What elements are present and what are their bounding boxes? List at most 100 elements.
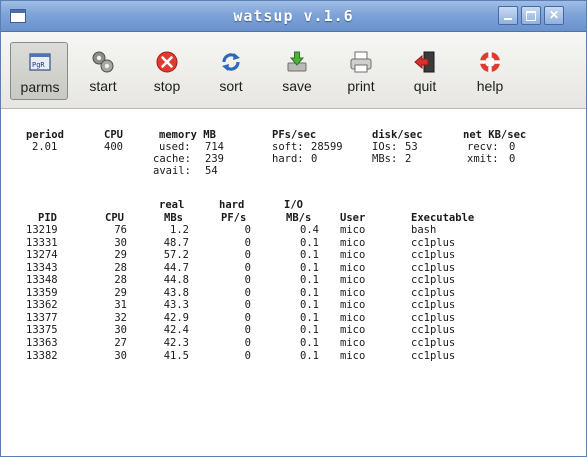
save-button[interactable]: save: [268, 42, 326, 100]
col-mbs-header[interactable]: MBs: [164, 212, 183, 224]
memory-heading: memory MB: [159, 129, 216, 141]
table-row[interactable]: 13331 30 48.7 0 0.1 mico cc1plus: [1, 237, 586, 249]
cell-exe: cc1plus: [411, 349, 456, 362]
cell-user: mico: [340, 299, 366, 312]
cell-pid: 13331: [26, 236, 58, 249]
cell-cpu: 29: [114, 286, 127, 299]
close-button[interactable]: ✕: [544, 6, 564, 25]
memory-cache-value: 239: [205, 153, 224, 165]
pfs-hard-value: 0: [311, 153, 318, 165]
start-label: start: [89, 78, 117, 94]
col-hard-heading-top: hard: [219, 199, 245, 211]
cpu-heading: CPU: [104, 129, 123, 141]
memory-cache-label: cache:: [153, 153, 191, 165]
pfs-soft-value: 28599: [311, 141, 343, 153]
cell-pid: 13359: [26, 286, 58, 299]
disk-heading: disk/sec: [372, 129, 423, 141]
cell-user: mico: [340, 311, 366, 324]
cell-cpu: 30: [114, 236, 127, 249]
disk-mbs-label: MBs:: [372, 153, 398, 165]
cell-pid: 13219: [26, 224, 58, 236]
col-cpu-header[interactable]: CPU: [105, 212, 124, 224]
cell-mbs: 44.7: [163, 261, 189, 274]
cell-io: 0.1: [300, 286, 319, 299]
sort-button[interactable]: sort: [202, 42, 260, 100]
table-row[interactable]: 13348 28 44.8 0 0.1 mico cc1plus: [1, 274, 586, 286]
cell-mbs: 42.4: [163, 324, 189, 337]
help-label: help: [476, 78, 504, 94]
cell-exe: cc1plus: [411, 249, 456, 262]
cell-io: 0.1: [300, 261, 319, 274]
title-bar[interactable]: watsup v.1.6 ✕: [1, 1, 586, 32]
cell-mbs: 44.8: [163, 274, 189, 287]
cell-cpu: 30: [114, 349, 127, 362]
col-real-heading-top: real: [159, 199, 185, 211]
table-row[interactable]: 13375 30 42.4 0 0.1 mico cc1plus: [1, 324, 586, 336]
cell-pfs: 0: [244, 299, 251, 312]
maximize-button[interactable]: [521, 6, 541, 25]
table-row[interactable]: 13274 29 57.2 0 0.1 mico cc1plus: [1, 249, 586, 261]
start-button[interactable]: start: [74, 42, 132, 100]
net-xmit-label: xmit:: [467, 153, 499, 165]
cell-exe: cc1plus: [411, 336, 456, 349]
cell-exe: cc1plus: [411, 286, 456, 299]
svg-text:PgR: PgR: [32, 61, 45, 69]
cell-exe: cc1plus: [411, 236, 456, 249]
help-icon: [480, 52, 500, 72]
parms-button[interactable]: PgR parms: [10, 42, 68, 100]
help-button[interactable]: help: [461, 42, 519, 100]
col-pfs-header[interactable]: PF/s: [221, 212, 246, 224]
cell-exe: cc1plus: [411, 311, 456, 324]
stop-button[interactable]: stop: [138, 42, 196, 100]
cell-pid: 13375: [26, 324, 58, 337]
cell-cpu: 30: [114, 324, 127, 337]
close-icon: ✕: [548, 8, 560, 22]
print-icon: [350, 51, 372, 73]
table-row[interactable]: 13377 32 42.9 0 0.1 mico cc1plus: [1, 312, 586, 324]
cell-pfs: 0: [244, 261, 251, 274]
cell-user: mico: [340, 336, 366, 349]
period-value: 2.01: [32, 141, 58, 153]
cell-io: 0.1: [300, 299, 319, 312]
cell-cpu: 28: [114, 274, 127, 287]
cell-pfs: 0: [244, 349, 251, 362]
cell-mbs: 57.2: [163, 249, 189, 262]
start-icon: [92, 51, 114, 73]
table-row[interactable]: 13343 28 44.7 0 0.1 mico cc1plus: [1, 262, 586, 274]
cell-pid: 13348: [26, 274, 58, 287]
table-row[interactable]: 13359 29 43.8 0 0.1 mico cc1plus: [1, 287, 586, 299]
memory-used-label: used:: [159, 141, 191, 153]
stop-label: stop: [153, 78, 181, 94]
cpu-value: 400: [104, 141, 123, 153]
cell-pfs: 0: [244, 249, 251, 262]
cell-user: mico: [340, 286, 366, 299]
net-heading: net KB/sec: [463, 129, 527, 141]
cell-exe: cc1plus: [411, 274, 456, 287]
table-row[interactable]: 13382 30 41.5 0 0.1 mico cc1plus: [1, 350, 586, 362]
col-user-header[interactable]: User: [340, 212, 365, 224]
print-button[interactable]: print: [332, 42, 390, 100]
cell-user: mico: [340, 324, 366, 337]
period-heading: period: [26, 129, 64, 141]
cell-cpu: 28: [114, 261, 127, 274]
quit-icon: [414, 51, 435, 73]
cell-exe: cc1plus: [411, 324, 456, 337]
cell-io: 0.1: [300, 274, 319, 287]
cell-io: 0.1: [300, 349, 319, 362]
table-row[interactable]: 13362 31 43.3 0 0.1 mico cc1plus: [1, 299, 586, 311]
table-row[interactable]: 13363 27 42.3 0 0.1 mico cc1plus: [1, 337, 586, 349]
col-io-header[interactable]: MB/s: [286, 212, 311, 224]
cell-mbs: 43.8: [163, 286, 189, 299]
disk-ios-label: IOs:: [372, 141, 398, 153]
parms-icon: PgR: [29, 53, 51, 71]
col-pid-header[interactable]: PID: [38, 212, 57, 224]
minimize-button[interactable]: [498, 6, 518, 25]
memory-used-value: 714: [205, 141, 224, 153]
table-row[interactable]: 13219 76 1.2 0 0.4 mico bash: [1, 224, 586, 236]
col-exe-header[interactable]: Executable: [411, 212, 474, 224]
cell-cpu: 27: [114, 336, 127, 349]
cell-user: mico: [340, 274, 366, 287]
quit-button[interactable]: quit: [396, 42, 454, 100]
cell-pfs: 0: [244, 311, 251, 324]
col-io-heading-top: I/O: [284, 199, 303, 211]
